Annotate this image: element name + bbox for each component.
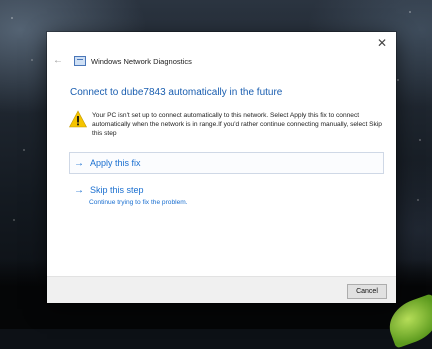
arrow-right-icon: →	[74, 157, 84, 169]
dialog-footer: Cancel	[47, 276, 396, 303]
network-diagnostics-icon	[74, 56, 86, 66]
diagnostics-dialog: ✕ ← Windows Network Diagnostics Connect …	[47, 32, 396, 303]
skip-step-label: Skip this step	[90, 185, 144, 195]
close-icon[interactable]: ✕	[375, 36, 389, 50]
info-message: Your PC isn't set up to connect automati…	[92, 112, 382, 137]
page-heading: Connect to dube7843 automatically in the…	[70, 87, 283, 98]
apply-fix-option[interactable]: → Apply this fix	[69, 152, 384, 174]
cancel-button[interactable]: Cancel	[347, 284, 387, 299]
arrow-right-icon: →	[74, 185, 84, 196]
apply-fix-label: Apply this fix	[90, 157, 141, 168]
back-arrow-icon[interactable]: ←	[53, 54, 65, 68]
warning-icon	[69, 110, 87, 128]
dialog-titlebar: ← Windows Network Diagnostics	[53, 54, 366, 68]
skip-step-description: Continue trying to fix the problem.	[89, 199, 188, 206]
window-title: Windows Network Diagnostics	[91, 56, 192, 66]
